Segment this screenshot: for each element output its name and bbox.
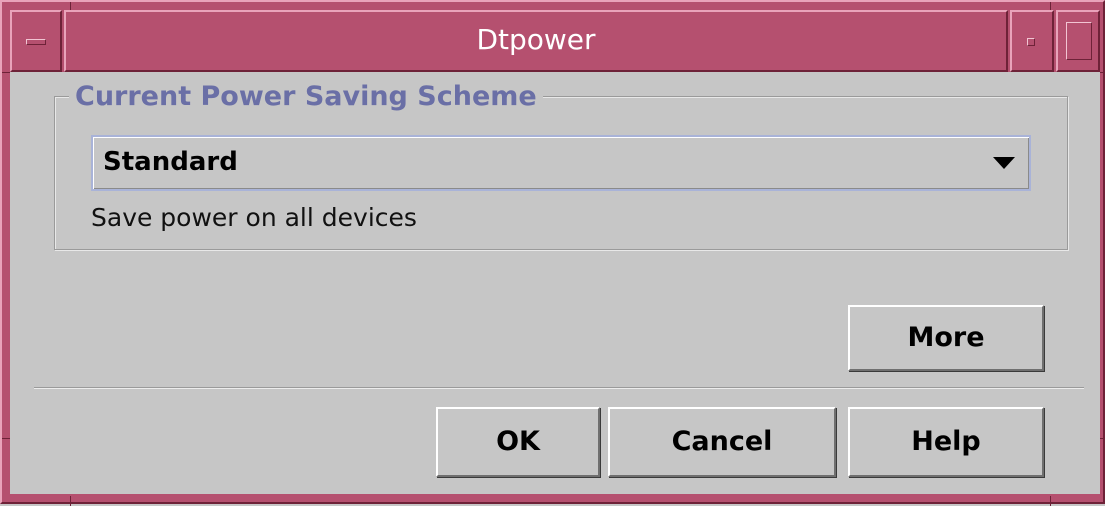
- group-title: Current Power Saving Scheme: [69, 82, 543, 112]
- scheme-group: Current Power Saving Scheme Standard Sav…: [54, 82, 1068, 250]
- frame-divider: [70, 496, 71, 506]
- minimize-button[interactable]: [1010, 10, 1054, 72]
- maximize-icon: [1066, 22, 1092, 60]
- scheme-selected-value: Standard: [103, 147, 238, 177]
- window-menu-button[interactable]: [10, 10, 62, 72]
- dialog-content: Current Power Saving Scheme Standard Sav…: [10, 72, 1100, 494]
- window-title[interactable]: Dtpower: [64, 10, 1008, 72]
- scheme-description: Save power on all devices: [91, 203, 417, 232]
- more-button[interactable]: More: [848, 305, 1044, 371]
- frame-divider: [1050, 496, 1051, 506]
- chevron-down-icon[interactable]: [993, 157, 1015, 169]
- help-button[interactable]: Help: [848, 407, 1044, 477]
- scheme-dropdown[interactable]: Standard: [91, 135, 1031, 191]
- minimize-icon: [1027, 38, 1035, 46]
- window-menu-icon: [26, 39, 46, 45]
- title-bar[interactable]: Dtpower: [10, 10, 1100, 72]
- separator: [34, 387, 1084, 389]
- ok-button[interactable]: OK: [436, 407, 600, 477]
- maximize-button[interactable]: [1056, 10, 1100, 72]
- cancel-button[interactable]: Cancel: [608, 407, 836, 477]
